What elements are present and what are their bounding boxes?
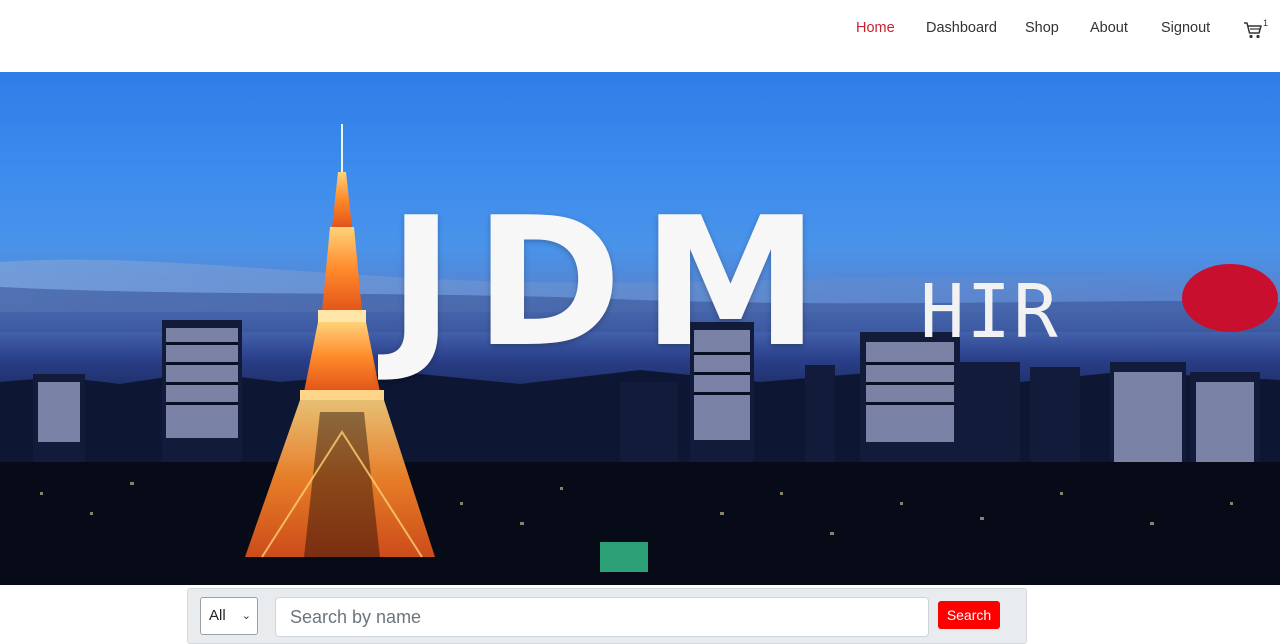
search-button[interactable]: Search bbox=[938, 601, 1000, 629]
hero-banner: JDM HIR bbox=[0, 72, 1280, 585]
filter-selected-value: All bbox=[209, 607, 226, 624]
logo-sub-text: HIR bbox=[920, 269, 1060, 355]
nav-dashboard-link[interactable]: Dashboard bbox=[926, 18, 997, 38]
logo-main-text: JDM bbox=[388, 179, 840, 386]
nav-signout-link[interactable]: Signout bbox=[1161, 18, 1210, 38]
chevron-down-icon: ⌄ bbox=[241, 610, 251, 622]
search-panel: All ⌄ Search bbox=[187, 588, 1027, 644]
nav-about-link[interactable]: About bbox=[1090, 18, 1128, 38]
cart-count-badge: 1 bbox=[1263, 18, 1269, 28]
search-input[interactable] bbox=[275, 597, 929, 637]
rising-sun-circle bbox=[1182, 264, 1278, 332]
nav-home-link[interactable]: Home bbox=[856, 18, 895, 38]
cart-icon bbox=[1244, 22, 1262, 39]
cart-button[interactable]: 1 bbox=[1243, 18, 1269, 42]
nav-shop-link[interactable]: Shop bbox=[1025, 18, 1059, 38]
navbar: Home Dashboard Shop About Signout 1 bbox=[0, 0, 1280, 72]
category-filter-select[interactable]: All ⌄ bbox=[200, 597, 258, 635]
brand-logo: JDM HIR bbox=[388, 179, 1280, 386]
